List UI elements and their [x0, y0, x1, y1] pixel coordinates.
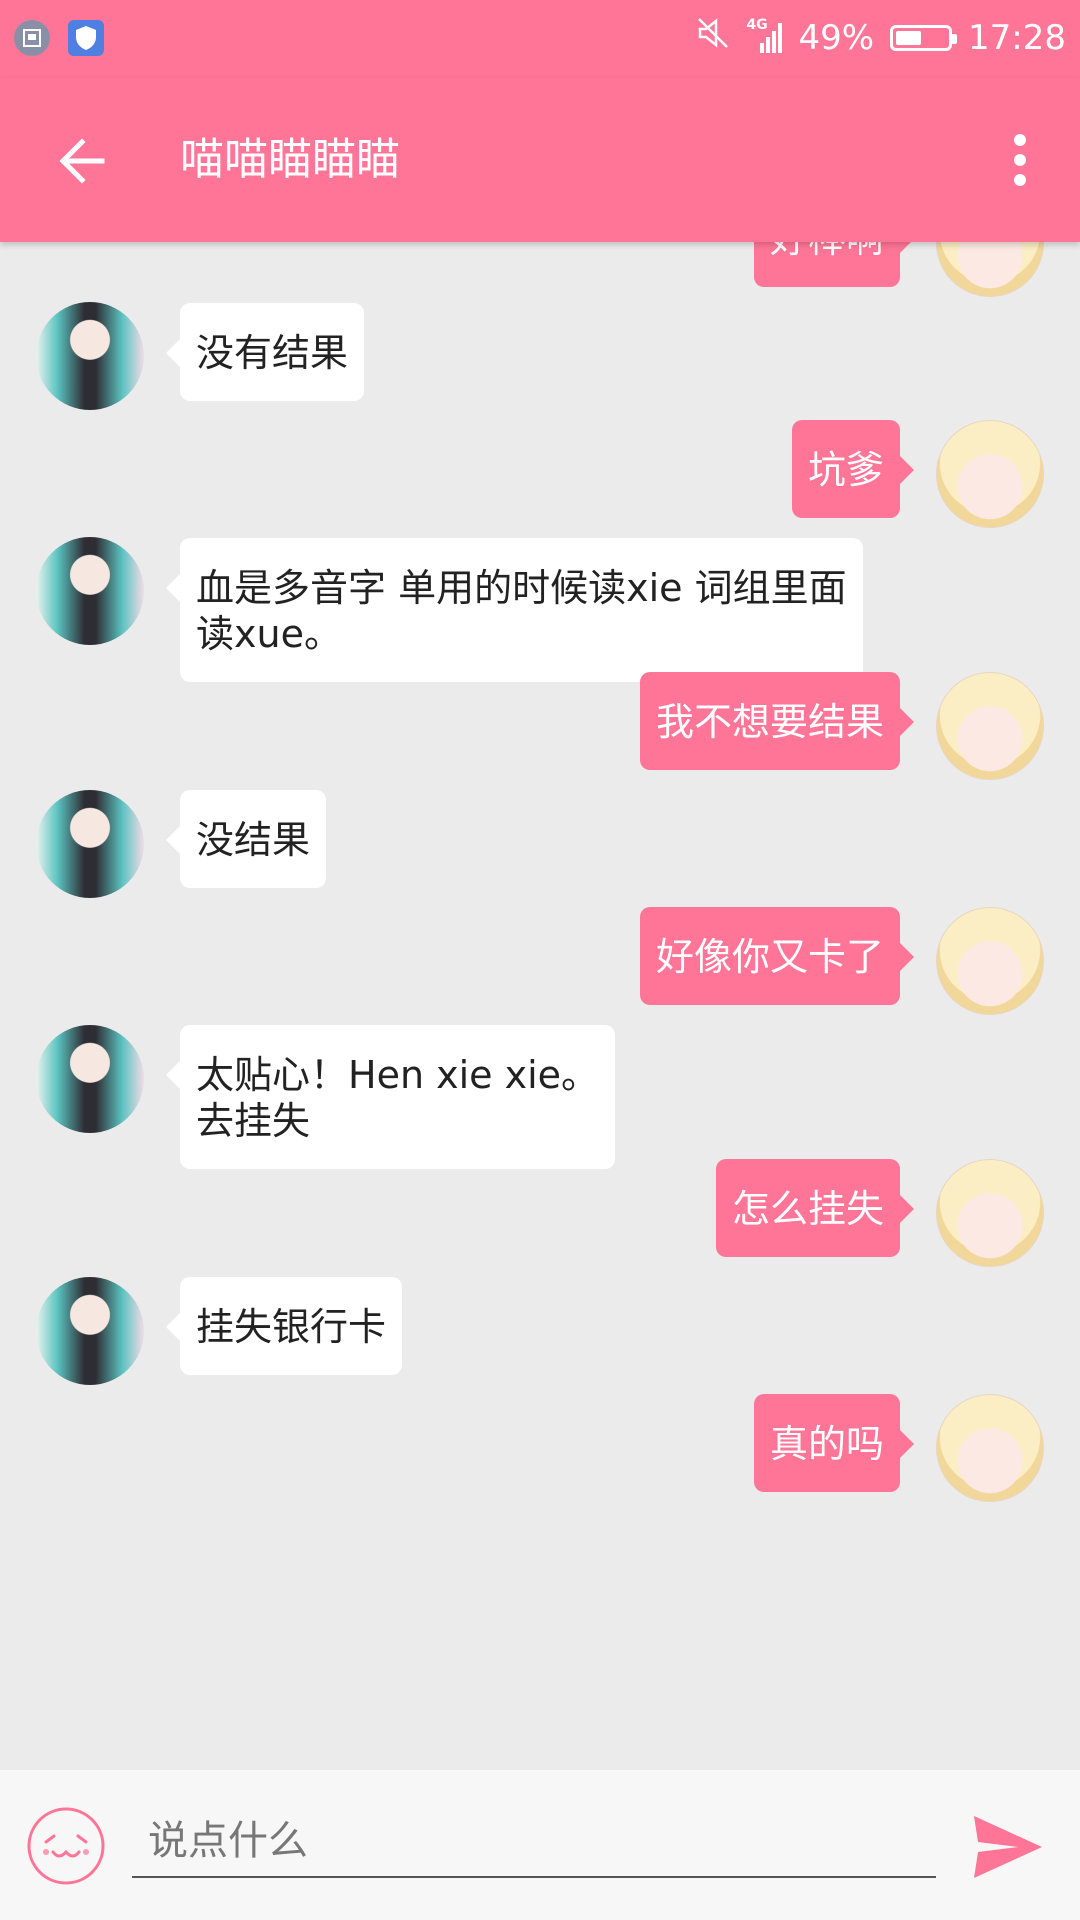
send-icon[interactable]	[972, 1814, 1044, 1880]
contact-avatar[interactable]	[36, 1025, 144, 1133]
incoming-message-bubble[interactable]: 没结果	[165, 790, 327, 888]
contact-avatar[interactable]	[36, 537, 144, 645]
mute-icon	[696, 16, 730, 59]
screenshot-icon	[14, 20, 50, 56]
incoming-message-bubble[interactable]: 没有结果	[165, 303, 365, 401]
incoming-message-bubble[interactable]: 太贴心！Hen xie xie。 去挂失	[165, 1025, 616, 1169]
back-arrow-icon[interactable]	[50, 126, 120, 196]
outgoing-message-bubble[interactable]: 我不想要结果	[639, 672, 915, 770]
contact-avatar[interactable]	[36, 1277, 144, 1385]
incoming-message-bubble[interactable]: 挂失银行卡	[165, 1277, 403, 1375]
status-right: 4G 49% 17:28	[696, 16, 1066, 59]
contact-avatar[interactable]	[36, 790, 144, 898]
my-avatar[interactable]	[936, 1394, 1044, 1502]
shield-icon	[68, 20, 104, 56]
outgoing-message-bubble[interactable]: 真的吗	[753, 1394, 915, 1492]
outgoing-message-bubble[interactable]: 好像你又卡了	[639, 907, 915, 1005]
chat-title: 喵喵瞄瞄瞄	[180, 134, 400, 185]
message-input[interactable]	[132, 1806, 936, 1878]
message-list[interactable]: 好棒啊没有结果坑爹血是多音字 单用的时候读xie 词组里面 读xue。我不想要结…	[0, 242, 1080, 1770]
outgoing-message-bubble[interactable]: 好棒啊	[753, 242, 915, 287]
incoming-message-bubble[interactable]: 血是多音字 单用的时候读xie 词组里面 读xue。	[166, 538, 863, 682]
my-avatar[interactable]	[936, 907, 1044, 1015]
emoji-face-icon[interactable]	[26, 1806, 106, 1886]
my-avatar[interactable]	[936, 242, 1044, 297]
battery-icon	[890, 24, 958, 51]
my-avatar[interactable]	[936, 420, 1044, 528]
contact-avatar[interactable]	[36, 302, 144, 410]
battery-fill	[896, 30, 922, 45]
outgoing-message-bubble[interactable]: 坑爹	[791, 420, 915, 518]
clock: 17:28	[968, 17, 1066, 58]
status-left-icons	[14, 20, 104, 56]
app-toolbar: 喵喵瞄瞄瞄	[0, 78, 1080, 242]
input-bar	[0, 1770, 1080, 1920]
battery-percent: 49%	[798, 17, 875, 58]
signal-icon: 4G	[746, 17, 783, 55]
more-vert-icon[interactable]	[1000, 130, 1040, 190]
my-avatar[interactable]	[936, 1159, 1044, 1267]
status-bar: 4G 49% 17:28	[0, 0, 1080, 78]
outgoing-message-bubble[interactable]: 怎么挂失	[715, 1159, 915, 1257]
my-avatar[interactable]	[936, 672, 1044, 780]
